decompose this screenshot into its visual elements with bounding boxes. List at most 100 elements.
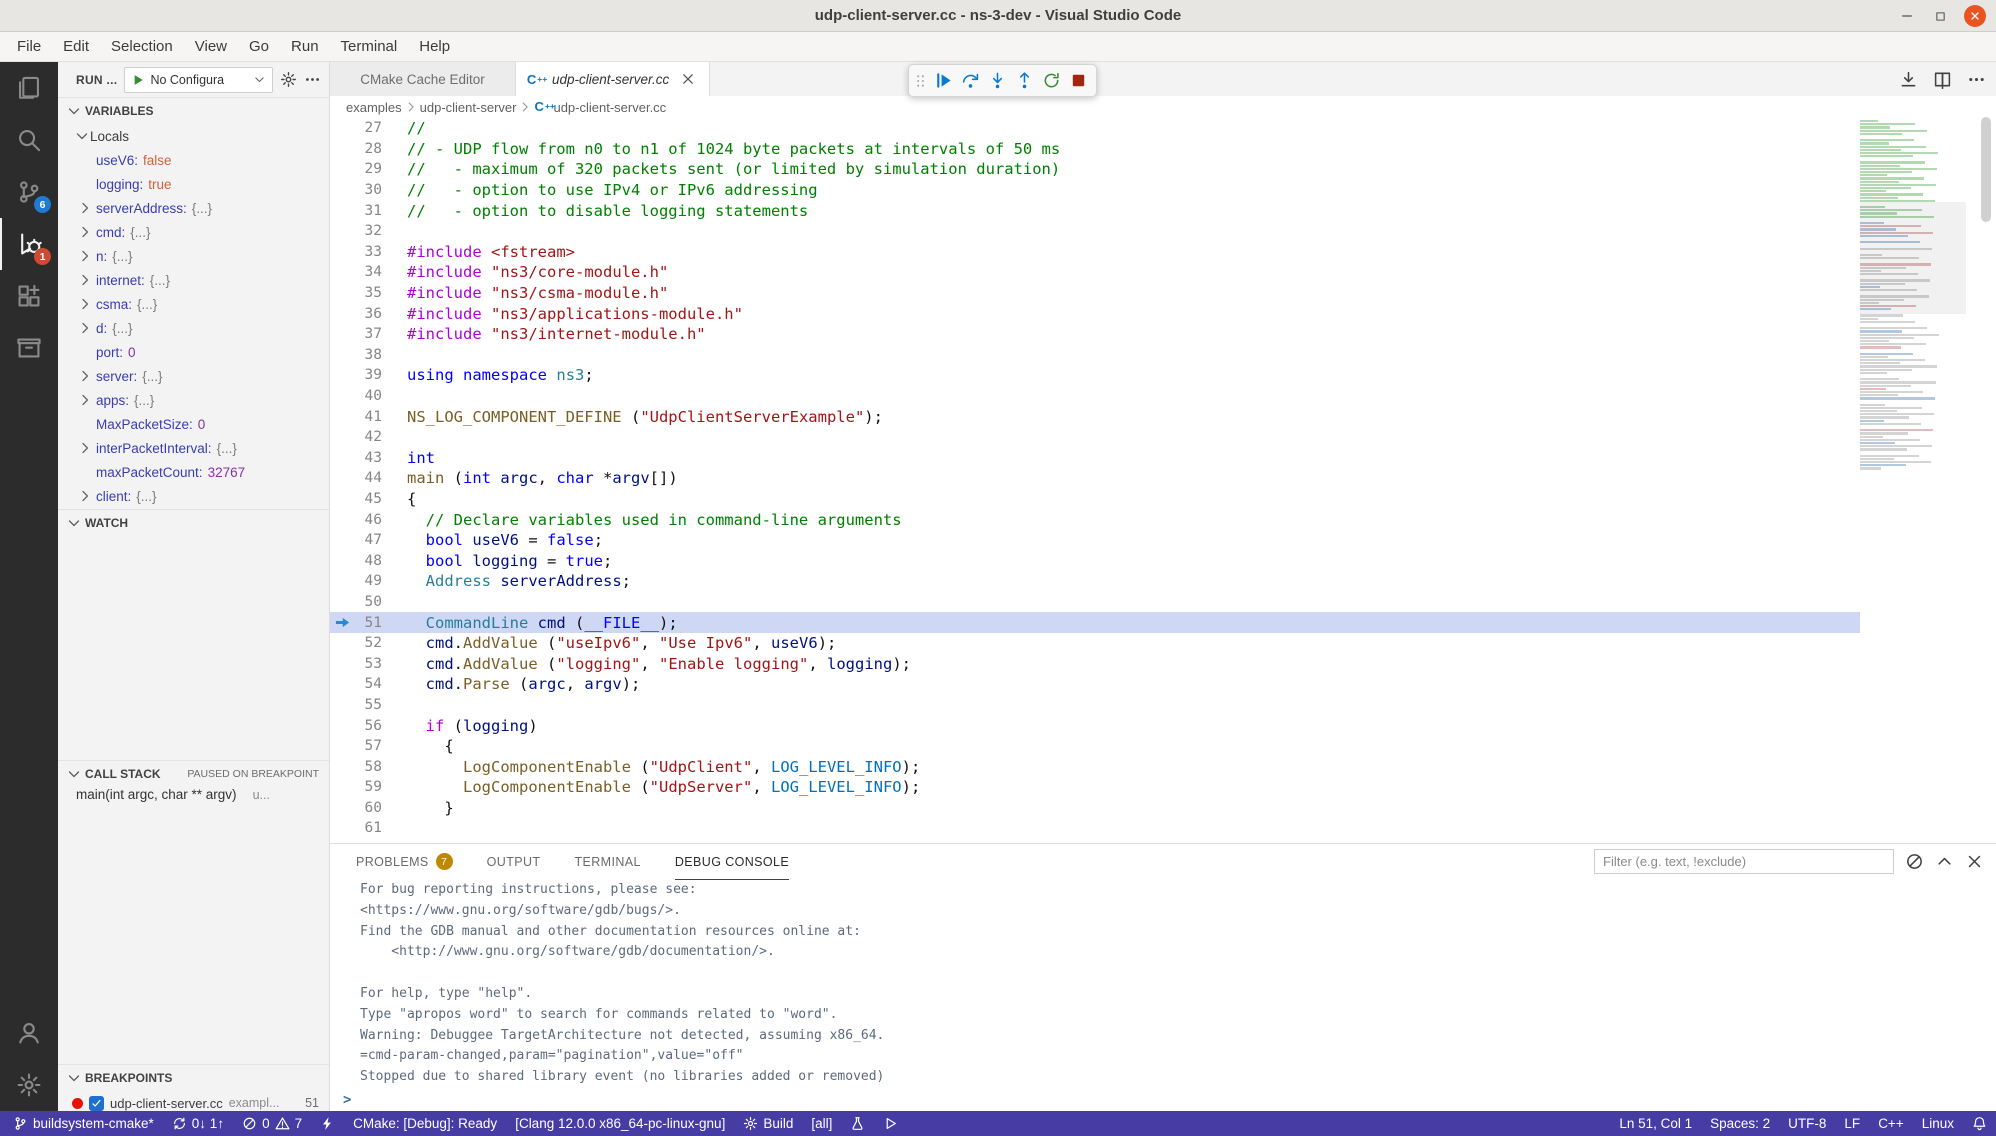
code-line-29[interactable]: 29// - maximum of 320 packets sent (or l… bbox=[330, 159, 1860, 180]
breakpoint-gutter[interactable] bbox=[330, 262, 356, 283]
code-line-58[interactable]: 58 LogComponentEnable ("UdpClient", LOG_… bbox=[330, 756, 1860, 777]
cmake-kit-status[interactable]: [Clang 12.0.0 x86_64-pc-linux-gnu] bbox=[506, 1111, 734, 1136]
code-line-49[interactable]: 49 Address serverAddress; bbox=[330, 571, 1860, 592]
code-line-30[interactable]: 30// - option to use IPv4 or IPv6 addres… bbox=[330, 180, 1860, 201]
menu-item-help[interactable]: Help bbox=[408, 32, 461, 61]
code-line-59[interactable]: 59 LogComponentEnable ("UdpServer", LOG_… bbox=[330, 777, 1860, 798]
cmake-status[interactable]: CMake: [Debug]: Ready bbox=[344, 1111, 506, 1136]
code-line-46[interactable]: 46 // Declare variables used in command-… bbox=[330, 509, 1860, 530]
breakpoint-gutter[interactable] bbox=[330, 386, 356, 407]
cmake-build-target-status[interactable]: [all] bbox=[802, 1111, 841, 1136]
menu-item-file[interactable]: File bbox=[6, 32, 52, 61]
breakpoint-gutter[interactable] bbox=[330, 592, 356, 613]
close-icon[interactable] bbox=[680, 71, 696, 87]
code-line-39[interactable]: 39using namespace ns3; bbox=[330, 365, 1860, 386]
breakpoint-gutter[interactable] bbox=[330, 427, 356, 448]
variable-row-client[interactable]: client:{...} bbox=[58, 484, 329, 508]
code-line-61[interactable]: 61 bbox=[330, 818, 1860, 839]
code-line-47[interactable]: 47 bool useV6 = false; bbox=[330, 530, 1860, 551]
cmake-run-status[interactable] bbox=[874, 1111, 907, 1136]
drag-handle[interactable] bbox=[913, 70, 928, 92]
breakpoint-gutter[interactable] bbox=[330, 571, 356, 592]
minimap[interactable] bbox=[1860, 118, 1966, 843]
step-over-button[interactable] bbox=[957, 67, 984, 94]
code-line-37[interactable]: 37#include "ns3/internet-module.h" bbox=[330, 324, 1860, 345]
encoding-status[interactable]: UTF-8 bbox=[1779, 1111, 1835, 1136]
breadcrumb-segment[interactable]: udp-client-server bbox=[420, 100, 517, 115]
more-actions-icon[interactable] bbox=[1967, 70, 1986, 89]
eol-status[interactable]: LF bbox=[1835, 1111, 1869, 1136]
menu-item-terminal[interactable]: Terminal bbox=[330, 32, 409, 61]
stop-button[interactable] bbox=[1065, 67, 1092, 94]
language-mode-status[interactable]: C++ bbox=[1869, 1111, 1913, 1136]
close-panel-icon[interactable] bbox=[1965, 852, 1984, 871]
variable-row-internet[interactable]: internet:{...} bbox=[58, 268, 329, 292]
variable-row-apps[interactable]: apps:{...} bbox=[58, 388, 329, 412]
code-line-35[interactable]: 35#include "ns3/csma-module.h" bbox=[330, 283, 1860, 304]
continue-button[interactable] bbox=[930, 67, 957, 94]
code-line-53[interactable]: 53 cmd.AddValue ("logging", "Enable logg… bbox=[330, 653, 1860, 674]
breakpoint-gutter[interactable] bbox=[330, 283, 356, 304]
activity-item-run-and-debug[interactable]: 1 bbox=[0, 218, 58, 270]
breakpoint-gutter[interactable] bbox=[330, 695, 356, 716]
breakpoint-gutter[interactable] bbox=[330, 818, 356, 839]
panel-tab-problems[interactable]: PROBLEMS7 bbox=[356, 844, 453, 880]
variable-row-MaxPacketSize[interactable]: MaxPacketSize:0 bbox=[58, 412, 329, 436]
stack-frame-row[interactable]: main(int argc, char ** argv) u... bbox=[58, 787, 329, 811]
menu-item-edit[interactable]: Edit bbox=[52, 32, 100, 61]
minimize-button[interactable] bbox=[1898, 7, 1916, 25]
breakpoint-gutter[interactable] bbox=[330, 674, 356, 695]
code-line-55[interactable]: 55 bbox=[330, 695, 1860, 716]
variable-row-server[interactable]: server:{...} bbox=[58, 364, 329, 388]
variable-row-useV6[interactable]: useV6:false bbox=[58, 148, 329, 172]
code-line-38[interactable]: 38 bbox=[330, 345, 1860, 366]
code-line-41[interactable]: 41NS_LOG_COMPONENT_DEFINE ("UdpClientSer… bbox=[330, 406, 1860, 427]
code-line-54[interactable]: 54 cmd.Parse (argc, argv); bbox=[330, 674, 1860, 695]
breakpoint-gutter[interactable] bbox=[330, 159, 356, 180]
cursor-position-status[interactable]: Ln 51, Col 1 bbox=[1610, 1111, 1701, 1136]
code-line-60[interactable]: 60 } bbox=[330, 798, 1860, 819]
cmake-build-status[interactable]: Build bbox=[734, 1111, 802, 1136]
close-button[interactable] bbox=[1964, 5, 1986, 27]
breakpoint-gutter[interactable] bbox=[330, 221, 356, 242]
restart-button[interactable] bbox=[1038, 67, 1065, 94]
variable-row-port[interactable]: port:0 bbox=[58, 340, 329, 364]
call-stack-section-header[interactable]: CALL STACK PAUSED ON BREAKPOINT bbox=[58, 760, 329, 787]
breakpoint-gutter[interactable] bbox=[330, 468, 356, 489]
code-line-43[interactable]: 43int bbox=[330, 448, 1860, 469]
breakpoint-gutter[interactable] bbox=[330, 509, 356, 530]
code-line-40[interactable]: 40 bbox=[330, 386, 1860, 407]
indentation-status[interactable]: Spaces: 2 bbox=[1701, 1111, 1779, 1136]
code-line-45[interactable]: 45{ bbox=[330, 489, 1860, 510]
console-filter-input[interactable] bbox=[1594, 849, 1894, 874]
panel-tab-output[interactable]: OUTPUT bbox=[487, 844, 541, 880]
breakpoint-gutter[interactable] bbox=[330, 303, 356, 324]
scope-locals[interactable]: Locals bbox=[58, 124, 329, 148]
code-line-28[interactable]: 28// - UDP flow from n0 to n1 of 1024 by… bbox=[330, 139, 1860, 160]
variable-row-serverAddress[interactable]: serverAddress:{...} bbox=[58, 196, 329, 220]
menu-item-run[interactable]: Run bbox=[280, 32, 330, 61]
cmake-launch-debug-status[interactable] bbox=[311, 1111, 344, 1136]
code-line-57[interactable]: 57 { bbox=[330, 736, 1860, 757]
activity-item-testing[interactable] bbox=[0, 322, 58, 374]
variable-row-cmd[interactable]: cmd:{...} bbox=[58, 220, 329, 244]
activity-item-search[interactable] bbox=[0, 114, 58, 166]
code-line-52[interactable]: 52 cmd.AddValue ("useIpv6", "Use Ipv6", … bbox=[330, 633, 1860, 654]
watch-section-header[interactable]: WATCH bbox=[58, 509, 329, 536]
variable-row-d[interactable]: d:{...} bbox=[58, 316, 329, 340]
breakpoint-gutter[interactable] bbox=[330, 118, 356, 139]
git-sync-status[interactable]: 0↓ 1↑ bbox=[163, 1111, 233, 1136]
activity-item-explorer[interactable] bbox=[0, 62, 58, 114]
variable-row-logging[interactable]: logging:true bbox=[58, 172, 329, 196]
variables-section-header[interactable]: VARIABLES bbox=[58, 97, 329, 124]
code-line-32[interactable]: 32 bbox=[330, 221, 1860, 242]
tab-udp-client-server-cc[interactable]: C++udp-client-server.cc bbox=[516, 62, 710, 96]
breadcrumb-segment[interactable]: examples bbox=[346, 100, 402, 115]
step-into-button[interactable] bbox=[984, 67, 1011, 94]
step-out-button[interactable] bbox=[1011, 67, 1038, 94]
code-line-34[interactable]: 34#include "ns3/core-module.h" bbox=[330, 262, 1860, 283]
panel-tab-debug-console[interactable]: DEBUG CONSOLE bbox=[675, 844, 789, 880]
breakpoint-gutter[interactable] bbox=[330, 139, 356, 160]
activity-item-extensions[interactable] bbox=[0, 270, 58, 322]
tab-cmake-cache-editor[interactable]: CMake Cache Editor bbox=[330, 62, 516, 96]
